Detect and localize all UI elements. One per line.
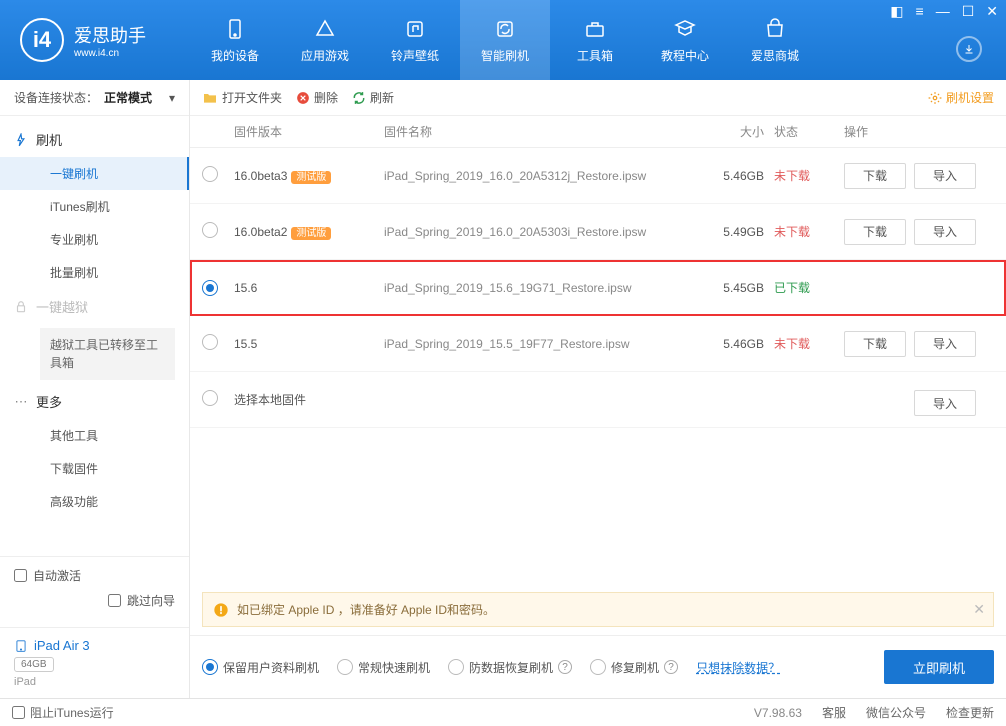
radio-firmware[interactable] bbox=[202, 280, 218, 296]
toolbar: 打开文件夹 删除 刷新 刷机设置 bbox=[190, 80, 1006, 116]
sidebar-item-downloadfw[interactable]: 下载固件 bbox=[0, 452, 189, 485]
firmware-row[interactable]: 15.6 iPad_Spring_2019_15.6_19G71_Restore… bbox=[190, 260, 1006, 316]
sidebar: 设备连接状态： 正常模式 ▾ 刷机 一键刷机 iTunes刷机 专业刷机 批量刷… bbox=[0, 80, 190, 698]
logo: i4 爱思助手 www.i4.cn bbox=[0, 18, 190, 62]
import-button[interactable]: 导入 bbox=[914, 331, 976, 357]
close-icon[interactable]: ✕ bbox=[986, 4, 998, 18]
version-label: V7.98.63 bbox=[754, 706, 802, 720]
download-button[interactable]: 下载 bbox=[844, 163, 906, 189]
notice-close-icon[interactable]: ✕ bbox=[973, 601, 985, 618]
help-icon[interactable]: ? bbox=[558, 660, 572, 674]
radio-firmware[interactable] bbox=[202, 334, 218, 350]
logo-icon: i4 bbox=[20, 18, 64, 62]
radio-firmware[interactable] bbox=[202, 166, 218, 182]
sidebar-item-pro[interactable]: 专业刷机 bbox=[0, 223, 189, 256]
local-firmware-row[interactable]: 选择本地固件 导入 bbox=[190, 372, 1006, 428]
maximize-icon[interactable]: ☐ bbox=[962, 4, 975, 18]
apple-id-notice: 如已绑定 Apple ID ，请准备好 Apple ID和密码。 ✕ bbox=[202, 592, 994, 627]
app-header: i4 爱思助手 www.i4.cn 我的设备 应用游戏 铃声壁纸 智能刷机 工具… bbox=[0, 0, 1006, 80]
sidebar-group-more[interactable]: ⋯ 更多 bbox=[0, 384, 189, 419]
footer-support[interactable]: 客服 bbox=[822, 704, 846, 721]
device-info[interactable]: iPad Air 3 64GB iPad bbox=[0, 627, 189, 698]
skip-guide-checkbox[interactable]: 跳过向导 bbox=[108, 592, 175, 609]
flash-opt-anti-recovery[interactable]: 防数据恢复刷机? bbox=[448, 659, 572, 676]
sidebar-group-flash[interactable]: 刷机 bbox=[0, 122, 189, 157]
sidebar-item-batch[interactable]: 批量刷机 bbox=[0, 256, 189, 289]
firmware-row[interactable]: 16.0beta2测试版 iPad_Spring_2019_16.0_20A53… bbox=[190, 204, 1006, 260]
app-name: 爱思助手 bbox=[74, 22, 146, 48]
radio-local[interactable] bbox=[202, 390, 218, 406]
delete-button[interactable]: 删除 bbox=[296, 89, 338, 106]
refresh-button[interactable]: 刷新 bbox=[352, 89, 394, 106]
nav-flash[interactable]: 智能刷机 bbox=[460, 0, 550, 80]
firmware-row[interactable]: 15.5 iPad_Spring_2019_15.5_19F77_Restore… bbox=[190, 316, 1006, 372]
sidebar-item-advanced[interactable]: 高级功能 bbox=[0, 485, 189, 518]
firmware-row[interactable]: 16.0beta3测试版 iPad_Spring_2019_16.0_20A53… bbox=[190, 148, 1006, 204]
erase-only-link[interactable]: 只想抹除数据？ bbox=[696, 659, 780, 676]
footer-wechat[interactable]: 微信公众号 bbox=[866, 704, 926, 721]
nav-store[interactable]: 爱思商城 bbox=[730, 0, 820, 80]
help-icon[interactable]: ? bbox=[664, 660, 678, 674]
flash-now-button[interactable]: 立即刷机 bbox=[884, 650, 994, 684]
download-indicator[interactable] bbox=[956, 36, 982, 62]
download-button[interactable]: 下载 bbox=[844, 331, 906, 357]
nav-tutorial[interactable]: 教程中心 bbox=[640, 0, 730, 80]
main-panel: 打开文件夹 删除 刷新 刷机设置 固件版本 固件名称 大小 状态 操作 16.0… bbox=[190, 80, 1006, 698]
sidebar-group-jailbreak: 一键越狱 bbox=[0, 289, 189, 324]
sidebar-item-quickflash[interactable]: 一键刷机 bbox=[0, 157, 189, 190]
footer: 阻止iTunes运行 V7.98.63 客服 微信公众号 检查更新 bbox=[0, 698, 1006, 726]
menu-icon[interactable]: ≡ bbox=[916, 4, 924, 18]
download-button[interactable]: 下载 bbox=[844, 219, 906, 245]
import-local-button[interactable]: 导入 bbox=[914, 390, 976, 416]
window-controls: ◧ ≡ — ☐ ✕ bbox=[890, 4, 998, 18]
jailbreak-note: 越狱工具已转移至工具箱 bbox=[40, 328, 175, 380]
minimize-icon[interactable]: — bbox=[936, 4, 950, 18]
nav-ringtone[interactable]: 铃声壁纸 bbox=[370, 0, 460, 80]
theme-icon[interactable]: ◧ bbox=[890, 4, 903, 18]
flash-settings-button[interactable]: 刷机设置 bbox=[928, 89, 994, 106]
flash-opt-keep-data[interactable]: 保留用户资料刷机 bbox=[202, 659, 319, 676]
nav-toolbox[interactable]: 工具箱 bbox=[550, 0, 640, 80]
import-button[interactable]: 导入 bbox=[914, 219, 976, 245]
app-url: www.i4.cn bbox=[74, 48, 146, 59]
nav-apps[interactable]: 应用游戏 bbox=[280, 0, 370, 80]
open-folder-button[interactable]: 打开文件夹 bbox=[202, 89, 282, 106]
flash-opt-quick[interactable]: 常规快速刷机 bbox=[337, 659, 430, 676]
connection-status: 设备连接状态： 正常模式 ▾ bbox=[0, 80, 189, 116]
import-button[interactable]: 导入 bbox=[914, 163, 976, 189]
auto-activate-checkbox[interactable]: 自动激活 bbox=[14, 567, 175, 584]
block-itunes-checkbox[interactable]: 阻止iTunes运行 bbox=[12, 704, 114, 721]
flash-options-bar: 保留用户资料刷机 常规快速刷机 防数据恢复刷机? 修复刷机? 只想抹除数据？ 立… bbox=[190, 635, 1006, 698]
table-header: 固件版本 固件名称 大小 状态 操作 bbox=[190, 116, 1006, 148]
radio-firmware[interactable] bbox=[202, 222, 218, 238]
footer-update[interactable]: 检查更新 bbox=[946, 704, 994, 721]
flash-opt-repair[interactable]: 修复刷机? bbox=[590, 659, 678, 676]
sidebar-item-othertools[interactable]: 其他工具 bbox=[0, 419, 189, 452]
sidebar-item-itunes[interactable]: iTunes刷机 bbox=[0, 190, 189, 223]
nav-tabs: 我的设备 应用游戏 铃声壁纸 智能刷机 工具箱 教程中心 爱思商城 bbox=[190, 0, 1006, 80]
nav-my-device[interactable]: 我的设备 bbox=[190, 0, 280, 80]
